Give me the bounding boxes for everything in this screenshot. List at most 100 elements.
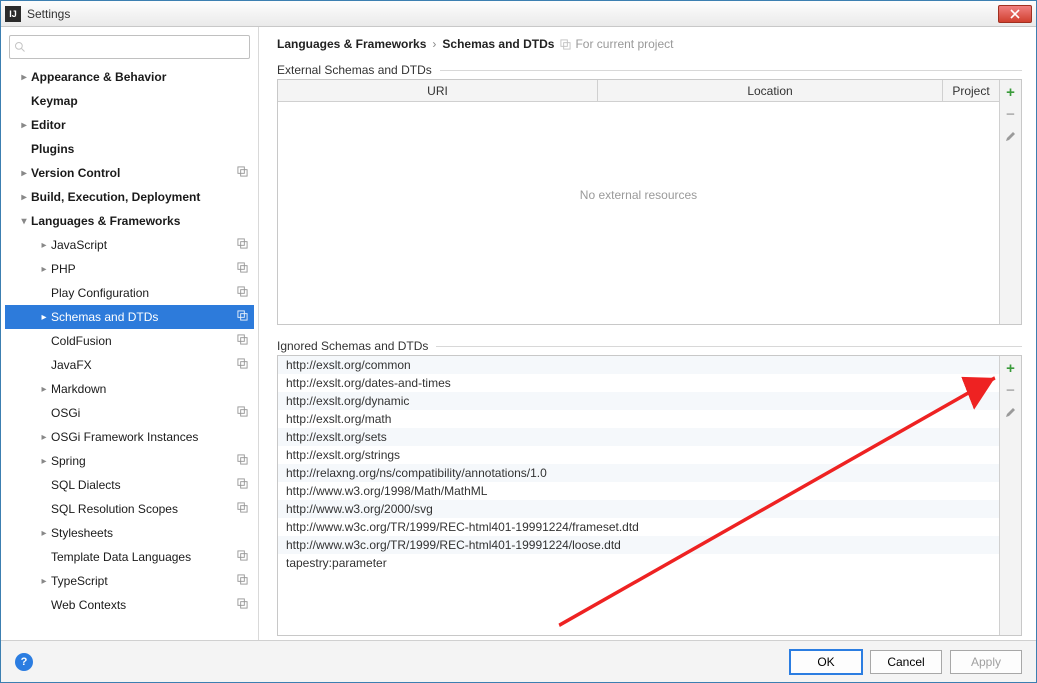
add-external-button[interactable]: + xyxy=(1003,84,1019,100)
tree-item-label: OSGi xyxy=(51,406,80,420)
tree-item-label: SQL Dialects xyxy=(51,478,121,492)
list-item[interactable]: tapestry:parameter xyxy=(278,554,999,572)
main: ▸Appearance & BehaviorKeymap▸EditorPlugi… xyxy=(1,27,1036,640)
tree-item-label: Appearance & Behavior xyxy=(31,70,166,84)
chevron-right-icon: ▸ xyxy=(37,240,51,251)
tree-item[interactable]: ColdFusion xyxy=(5,329,254,353)
tree-item[interactable]: ▾Languages & Frameworks xyxy=(5,209,254,233)
ignored-tools: + − xyxy=(999,356,1021,635)
remove-external-button[interactable]: − xyxy=(1003,106,1019,122)
scope-tag: For current project xyxy=(560,37,673,51)
tree-item-label: SQL Resolution Scopes xyxy=(51,502,178,516)
settings-tree[interactable]: ▸Appearance & BehaviorKeymap▸EditorPlugi… xyxy=(5,65,254,640)
list-item[interactable]: http://relaxng.org/ns/compatibility/anno… xyxy=(278,464,999,482)
tree-item-label: Version Control xyxy=(31,166,120,180)
project-scope-icon xyxy=(237,574,248,588)
close-button[interactable] xyxy=(998,5,1032,23)
tree-item[interactable]: ▸Editor xyxy=(5,113,254,137)
tree-item[interactable]: ▸PHP xyxy=(5,257,254,281)
tree-item-label: Web Contexts xyxy=(51,598,126,612)
chevron-right-icon: ▸ xyxy=(37,456,51,467)
ok-button[interactable]: OK xyxy=(790,650,862,674)
tree-item-label: Languages & Frameworks xyxy=(31,214,180,228)
project-scope-icon xyxy=(237,358,248,372)
search-input[interactable] xyxy=(30,40,245,54)
col-location[interactable]: Location xyxy=(598,80,943,101)
search-icon xyxy=(14,41,26,53)
project-scope-icon xyxy=(237,334,248,348)
tree-item-label: Spring xyxy=(51,454,86,468)
remove-ignored-button[interactable]: − xyxy=(1003,382,1019,398)
sidebar: ▸Appearance & BehaviorKeymap▸EditorPlugi… xyxy=(1,27,259,640)
tree-item[interactable]: Template Data Languages xyxy=(5,545,254,569)
list-item[interactable]: http://exslt.org/common xyxy=(278,356,999,374)
list-item[interactable]: http://www.w3c.org/TR/1999/REC-html401-1… xyxy=(278,536,999,554)
chevron-right-icon: ▸ xyxy=(37,528,51,539)
help-button[interactable]: ? xyxy=(15,653,33,671)
tree-item-label: Stylesheets xyxy=(51,526,113,540)
tree-item-label: OSGi Framework Instances xyxy=(51,430,198,444)
footer: ? OK Cancel Apply xyxy=(1,640,1036,682)
chevron-right-icon: ▸ xyxy=(37,432,51,443)
tree-item-label: Markdown xyxy=(51,382,106,396)
tree-item[interactable]: ▸Build, Execution, Deployment xyxy=(5,185,254,209)
list-item[interactable]: http://exslt.org/sets xyxy=(278,428,999,446)
content: Languages & Frameworks › Schemas and DTD… xyxy=(259,27,1036,640)
col-project[interactable]: Project xyxy=(943,80,999,101)
chevron-right-icon: ▸ xyxy=(37,312,51,323)
tree-item[interactable]: SQL Resolution Scopes xyxy=(5,497,254,521)
list-item[interactable]: http://exslt.org/strings xyxy=(278,446,999,464)
window-title: Settings xyxy=(27,7,998,21)
tree-item[interactable]: ▸Schemas and DTDs xyxy=(5,305,254,329)
copy-icon xyxy=(560,39,571,50)
tree-item[interactable]: ▸JavaScript xyxy=(5,233,254,257)
edit-ignored-button[interactable] xyxy=(1003,404,1019,420)
tree-item[interactable]: JavaFX xyxy=(5,353,254,377)
tree-item[interactable]: ▸Appearance & Behavior xyxy=(5,65,254,89)
add-ignored-button[interactable]: + xyxy=(1003,360,1019,376)
tree-item[interactable]: ▸Version Control xyxy=(5,161,254,185)
tree-item[interactable]: ▸Stylesheets xyxy=(5,521,254,545)
project-scope-icon xyxy=(237,406,248,420)
project-scope-icon xyxy=(237,598,248,612)
tree-item-label: Play Configuration xyxy=(51,286,149,300)
search-box[interactable] xyxy=(9,35,250,59)
tree-item[interactable]: ▸Spring xyxy=(5,449,254,473)
tree-item[interactable]: OSGi xyxy=(5,401,254,425)
tree-item[interactable]: ▸TypeScript xyxy=(5,569,254,593)
edit-external-button[interactable] xyxy=(1003,128,1019,144)
list-item[interactable]: http://exslt.org/dates-and-times xyxy=(278,374,999,392)
list-item[interactable]: http://www.w3.org/2000/svg xyxy=(278,500,999,518)
tree-item[interactable]: Web Contexts xyxy=(5,593,254,617)
ignored-list[interactable]: http://exslt.org/commonhttp://exslt.org/… xyxy=(278,356,999,635)
app-icon: IJ xyxy=(5,6,21,22)
list-item[interactable]: http://exslt.org/dynamic xyxy=(278,392,999,410)
tree-item[interactable]: Plugins xyxy=(5,137,254,161)
list-item[interactable]: http://www.w3.org/1998/Math/MathML xyxy=(278,482,999,500)
tree-item-label: PHP xyxy=(51,262,76,276)
tree-item[interactable]: ▸OSGi Framework Instances xyxy=(5,425,254,449)
breadcrumb-parent[interactable]: Languages & Frameworks xyxy=(277,37,426,51)
chevron-right-icon: ▸ xyxy=(17,72,31,83)
chevron-right-icon: ▸ xyxy=(17,192,31,203)
tree-item-label: TypeScript xyxy=(51,574,108,588)
project-scope-icon xyxy=(237,454,248,468)
breadcrumb: Languages & Frameworks › Schemas and DTD… xyxy=(277,37,1022,51)
ignored-panel: http://exslt.org/commonhttp://exslt.org/… xyxy=(277,355,1022,636)
col-uri[interactable]: URI xyxy=(278,80,598,101)
external-tools: + − xyxy=(999,80,1021,324)
external-table[interactable]: URI Location Project No external resourc… xyxy=(278,80,999,324)
external-panel: URI Location Project No external resourc… xyxy=(277,79,1022,325)
tree-item[interactable]: ▸Markdown xyxy=(5,377,254,401)
tree-item[interactable]: Play Configuration xyxy=(5,281,254,305)
chevron-right-icon: ▸ xyxy=(37,576,51,587)
tree-item[interactable]: Keymap xyxy=(5,89,254,113)
list-item[interactable]: http://www.w3c.org/TR/1999/REC-html401-1… xyxy=(278,518,999,536)
apply-button[interactable]: Apply xyxy=(950,650,1022,674)
list-item[interactable]: http://exslt.org/math xyxy=(278,410,999,428)
tree-item-label: JavaFX xyxy=(51,358,92,372)
ignored-section-label: Ignored Schemas and DTDs xyxy=(277,339,1022,353)
cancel-button[interactable]: Cancel xyxy=(870,650,942,674)
tree-item[interactable]: SQL Dialects xyxy=(5,473,254,497)
project-scope-icon xyxy=(237,502,248,516)
